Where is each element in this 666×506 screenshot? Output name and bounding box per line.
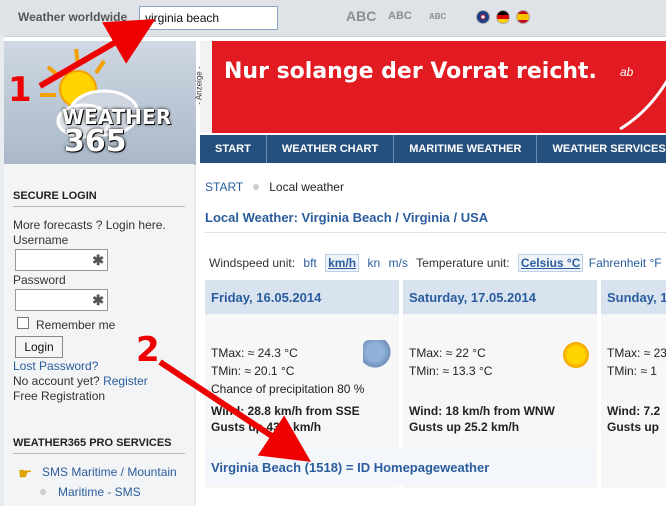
day-tmin: TMin: ≈ 13.3 °C bbox=[409, 364, 493, 378]
username-label: Username bbox=[13, 233, 69, 247]
main-navigation: START WEATHER CHART MARITIME WEATHER WEA… bbox=[200, 135, 666, 163]
password-label: Password bbox=[13, 273, 66, 287]
forecast-day-3: Sunday, 1 TMax: ≈ 23 TMin: ≈ 1 Wind: 7.2… bbox=[601, 280, 666, 488]
pro-services-heading: WEATHER365 PRO SERVICES bbox=[13, 437, 172, 449]
ad-swoosh-icon bbox=[619, 79, 666, 131]
day-gusts: Gusts up 43.2 km/h bbox=[211, 420, 322, 434]
unit-selector: Windspeed unit: bft km/h kn m/s Temperat… bbox=[209, 254, 662, 272]
header: WEATHER 365 - Anzeige - Nur solange der … bbox=[4, 36, 666, 165]
day-gusts: Gusts up bbox=[607, 420, 660, 434]
day-tmax: TMax: ≈ 24.3 °C bbox=[211, 346, 298, 360]
site-title: Weather worldwide bbox=[18, 10, 128, 24]
nav-weather-chart[interactable]: WEATHER CHART bbox=[267, 135, 395, 163]
unit-celsius[interactable]: Celsius °C bbox=[517, 254, 584, 272]
divider bbox=[13, 206, 185, 207]
german-flag-icon[interactable] bbox=[496, 10, 510, 24]
divider bbox=[205, 232, 666, 233]
main-content: START Local weather Local Weather: Virgin… bbox=[196, 164, 666, 506]
hand-pointer-icon: ☛ bbox=[18, 466, 33, 483]
free-registration-text: Free Registration bbox=[13, 389, 106, 403]
username-field[interactable]: ✱ bbox=[15, 249, 108, 271]
sun-icon bbox=[561, 340, 591, 370]
ad-slogan: Nur solange der Vorrat reicht. bbox=[224, 59, 597, 84]
uk-flag-icon[interactable] bbox=[476, 10, 490, 24]
password-field[interactable]: ✱ bbox=[15, 289, 108, 311]
day-wind: Wind: 18 km/h from WNW bbox=[409, 404, 555, 418]
divider bbox=[13, 453, 185, 454]
sidebar: SECURE LOGIN More forecasts ? Login here… bbox=[4, 164, 194, 506]
day-gusts: Gusts up 25.2 km/h bbox=[409, 420, 520, 434]
unit-bft[interactable]: bft bbox=[303, 256, 316, 270]
nav-start[interactable]: START bbox=[200, 135, 267, 163]
homepage-weather-row: Virginia Beach (1518) = ID Homepageweath… bbox=[205, 448, 595, 484]
advertisement-banner[interactable]: - Anzeige - Nur solange der Vorrat reich… bbox=[195, 41, 666, 133]
location-search-input[interactable] bbox=[139, 6, 278, 30]
remember-me-checkbox[interactable] bbox=[17, 317, 29, 329]
annotation-number-2: 2 bbox=[136, 330, 160, 370]
day-tmin: TMin: ≈ 1 bbox=[607, 364, 657, 378]
font-size-small-button[interactable]: ABC bbox=[429, 12, 446, 21]
nav-weather-services[interactable]: WEATHER SERVICES bbox=[537, 135, 666, 163]
required-icon: ✱ bbox=[92, 292, 104, 308]
login-button[interactable]: Login bbox=[15, 336, 63, 358]
bullet-icon bbox=[40, 489, 46, 495]
homepage-weather-id: Virginia Beach (1518) = ID Homepageweath… bbox=[211, 460, 490, 475]
nav-maritime-weather[interactable]: MARITIME WEATHER bbox=[394, 135, 538, 163]
lost-password-link[interactable]: Lost Password? bbox=[13, 359, 98, 373]
remember-me-label: Remember me bbox=[36, 318, 116, 332]
day-date: Saturday, 17.05.2014 bbox=[403, 280, 597, 314]
register-link[interactable]: Register bbox=[103, 374, 148, 388]
day-wind: Wind: 28.8 km/h from SSE bbox=[211, 404, 360, 418]
unit-ms[interactable]: m/s bbox=[388, 256, 407, 270]
breadcrumb-current: Local weather bbox=[269, 180, 344, 194]
windspeed-unit-label: Windspeed unit: bbox=[209, 256, 296, 270]
ad-label: - Anzeige - bbox=[195, 41, 212, 133]
page-title: Local Weather: Virginia Beach / Virginia… bbox=[205, 210, 489, 225]
day-tmin: TMin: ≈ 20.1 °C bbox=[211, 364, 295, 378]
annotation-number-1: 1 bbox=[8, 70, 32, 110]
logo-text-365: 365 bbox=[64, 124, 127, 159]
login-prompt: More forecasts ? Login here. bbox=[13, 218, 166, 232]
rain-cloud-icon bbox=[363, 340, 393, 370]
day-date: Sunday, 1 bbox=[601, 280, 666, 314]
spanish-flag-icon[interactable] bbox=[516, 10, 530, 24]
breadcrumb: START Local weather bbox=[205, 180, 344, 194]
no-account-text: No account yet? bbox=[13, 374, 100, 388]
unit-kmh[interactable]: km/h bbox=[325, 254, 360, 272]
maritime-sms-link[interactable]: Maritime - SMS bbox=[58, 485, 141, 499]
temperature-unit-label: Temperature unit: bbox=[416, 256, 510, 270]
font-size-large-button[interactable]: ABC bbox=[346, 8, 376, 24]
font-size-medium-button[interactable]: ABC bbox=[388, 10, 412, 22]
day-wind: Wind: 7.2 bbox=[607, 404, 661, 418]
day-tmax: TMax: ≈ 23 bbox=[607, 346, 666, 360]
sms-maritime-mountain-link[interactable]: SMS Maritime / Mountain bbox=[42, 465, 177, 479]
unit-fahrenheit[interactable]: Fahrenheit °F bbox=[589, 256, 662, 270]
unit-kn[interactable]: kn bbox=[367, 256, 380, 270]
secure-login-heading: SECURE LOGIN bbox=[13, 190, 97, 202]
day-date: Friday, 16.05.2014 bbox=[205, 280, 399, 314]
day-tmax: TMax: ≈ 22 °C bbox=[409, 346, 486, 360]
top-bar: Weather worldwide ABC ABC ABC bbox=[0, 0, 666, 36]
breadcrumb-separator bbox=[253, 184, 260, 190]
breadcrumb-start-link[interactable]: START bbox=[205, 180, 243, 194]
required-icon: ✱ bbox=[92, 252, 104, 268]
logo[interactable]: WEATHER 365 bbox=[4, 41, 196, 165]
day-precip: Chance of precipitation 80 % bbox=[211, 382, 365, 396]
